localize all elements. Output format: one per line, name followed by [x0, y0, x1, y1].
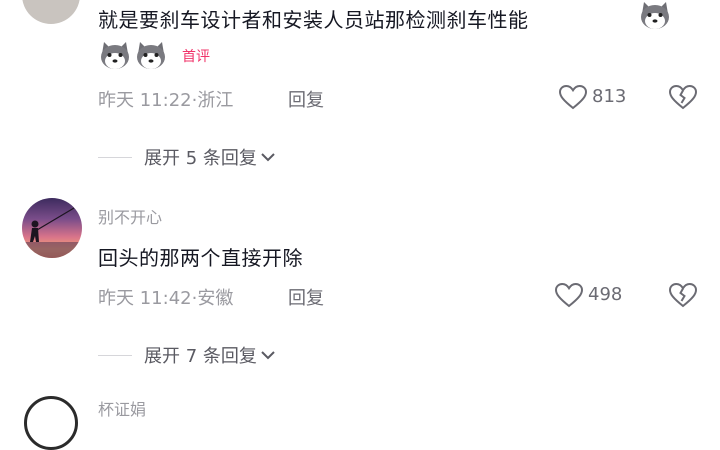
comment-text: 就是要刹车设计者和安装人员站那检测刹车性能 [98, 8, 529, 32]
comment-1: 就是要刹车设计者和安装人员站那检测刹车性能 首评 昨天 11:22·浙江 回复 … [0, 0, 720, 180]
broken-heart-icon[interactable] [668, 282, 698, 308]
husky-emoji [137, 42, 165, 69]
like-count: 813 [592, 86, 627, 107]
reply-button[interactable]: 回复 [288, 284, 324, 310]
divider [98, 156, 132, 158]
username[interactable]: 杯证娟 [98, 396, 146, 420]
divider [98, 354, 132, 356]
timestamp: 昨天 11:22 [98, 90, 192, 111]
expand-replies[interactable]: 展开 5 条回复 [98, 144, 276, 170]
comment-meta: 昨天 11:22·浙江 [98, 90, 234, 111]
husky-emoji [641, 2, 669, 29]
like-count: 498 [588, 284, 623, 305]
comment-2: 别不开心 回头的那两个直接开除 昨天 11:42·安徽 回复 498 展开 7 … [0, 196, 720, 376]
avatar[interactable] [24, 396, 78, 450]
heart-icon[interactable] [558, 84, 588, 110]
chevron-down-icon [261, 153, 275, 162]
husky-emoji [101, 42, 129, 69]
chevron-down-icon [261, 351, 275, 360]
broken-heart-icon[interactable] [668, 84, 698, 110]
reply-button[interactable]: 回复 [288, 86, 324, 112]
comment-meta: 昨天 11:42·安徽 [98, 288, 234, 309]
location: 浙江 [197, 90, 234, 111]
expand-replies[interactable]: 展开 7 条回复 [98, 342, 276, 368]
timestamp: 昨天 11:42 [98, 288, 192, 309]
username[interactable]: 别不开心 [98, 204, 162, 228]
location: 安徽 [197, 288, 234, 309]
heart-icon[interactable] [554, 282, 584, 308]
first-comment-badge: 首评 [182, 49, 210, 65]
expand-label: 展开 5 条回复 [144, 148, 257, 169]
expand-label: 展开 7 条回复 [144, 346, 257, 367]
comment-text: 回头的那两个直接开除 [98, 246, 303, 270]
